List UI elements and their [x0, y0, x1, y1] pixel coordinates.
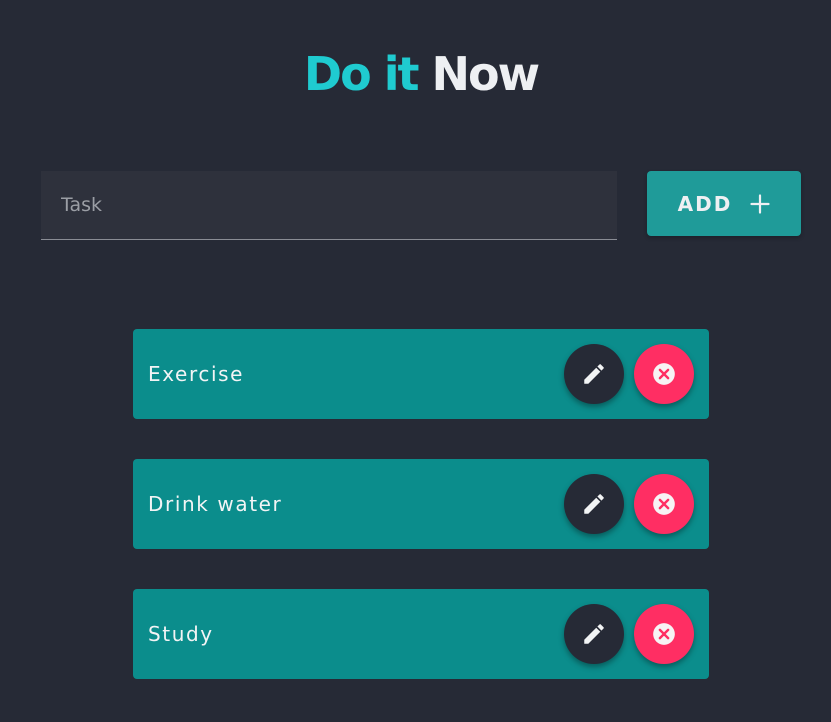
task-text: Exercise — [148, 362, 245, 386]
app-title-main: Now — [431, 47, 540, 101]
app-title: Do it Now — [0, 44, 831, 104]
task-item: Exercise — [133, 329, 709, 419]
task-input-container — [41, 171, 617, 240]
task-text: Study — [148, 622, 214, 646]
task-list: Exercise Drink water Study — [133, 329, 709, 719]
task-item: Study — [133, 589, 709, 679]
delete-task-button[interactable] — [634, 344, 694, 404]
task-text: Drink water — [148, 492, 283, 516]
edit-task-button[interactable] — [564, 474, 624, 534]
pencil-icon — [584, 364, 604, 384]
close-circle-icon — [653, 623, 675, 645]
pencil-icon — [584, 494, 604, 514]
delete-task-button[interactable] — [634, 604, 694, 664]
pencil-icon — [584, 624, 604, 644]
close-circle-icon — [653, 363, 675, 385]
delete-task-button[interactable] — [634, 474, 694, 534]
add-button-label: ADD — [677, 191, 733, 216]
plus-icon — [750, 193, 770, 214]
close-circle-icon — [653, 493, 675, 515]
app-title-accent: Do it — [303, 47, 420, 101]
edit-task-button[interactable] — [564, 604, 624, 664]
add-button[interactable]: ADD — [647, 171, 801, 236]
task-input[interactable] — [41, 171, 617, 239]
task-item: Drink water — [133, 459, 709, 549]
edit-task-button[interactable] — [564, 344, 624, 404]
